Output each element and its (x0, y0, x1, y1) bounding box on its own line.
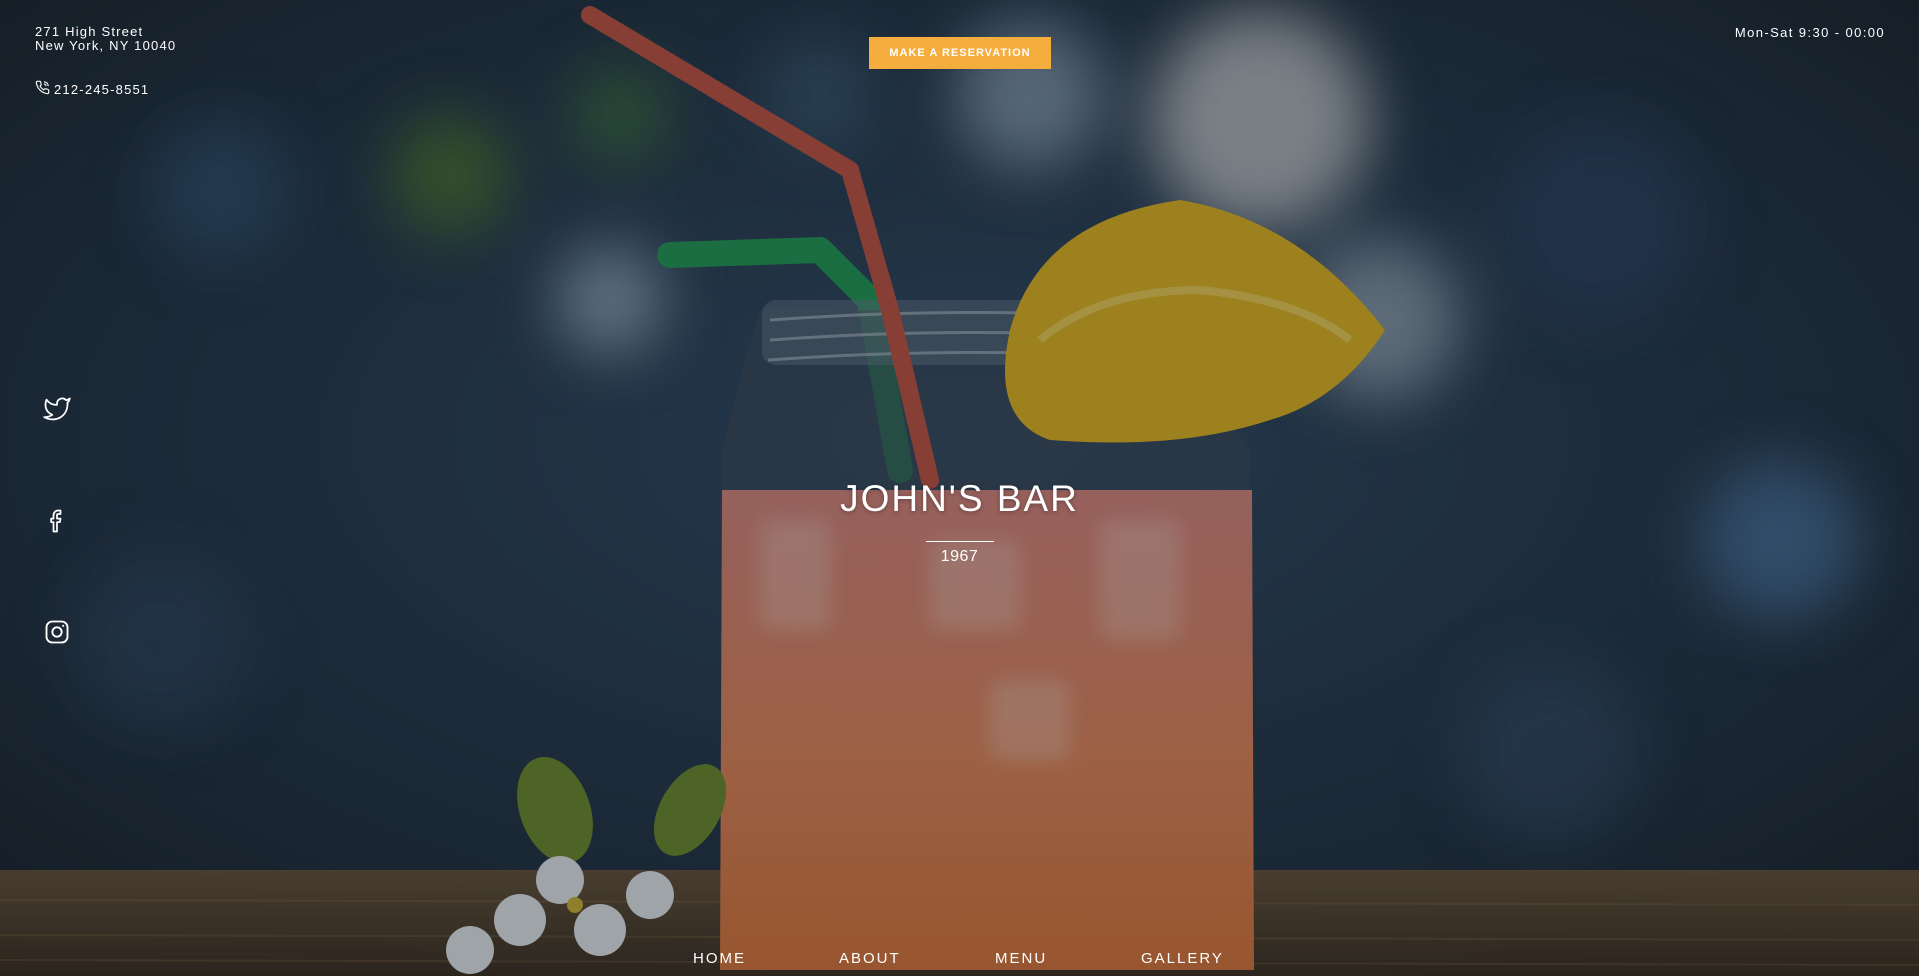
address: 271 High Street New York, NY 10040 (35, 25, 176, 53)
bar-name-heading: JOHN'S BAR (840, 478, 1079, 519)
nav-item-menu[interactable]: MENU (995, 950, 1047, 967)
make-reservation-button[interactable]: MAKE A RESERVATION (869, 37, 1051, 69)
main-navigation: HOME ABOUT MENU GALLERY (0, 950, 1919, 972)
heading-divider (926, 541, 994, 542)
phone-icon (35, 80, 50, 98)
phone-number: 212-245-8551 (54, 81, 150, 97)
twitter-icon (43, 395, 71, 428)
nav-item-about[interactable]: ABOUT (839, 950, 901, 967)
phone-link[interactable]: 212-245-8551 (35, 80, 149, 98)
address-line-1: 271 High Street (35, 24, 144, 39)
twitter-link[interactable] (42, 396, 72, 426)
instagram-icon (43, 618, 71, 651)
nav-item-gallery[interactable]: GALLERY (1141, 950, 1224, 967)
opening-hours: Mon-Sat 9:30 - 00:00 (1734, 25, 1885, 40)
established-year: 1967 (940, 548, 979, 565)
instagram-link[interactable] (42, 619, 72, 649)
hero-section: 271 High Street New York, NY 10040 212-2… (0, 0, 1919, 976)
nav-item-home[interactable]: HOME (693, 950, 746, 967)
address-line-2: New York, NY 10040 (35, 38, 177, 53)
